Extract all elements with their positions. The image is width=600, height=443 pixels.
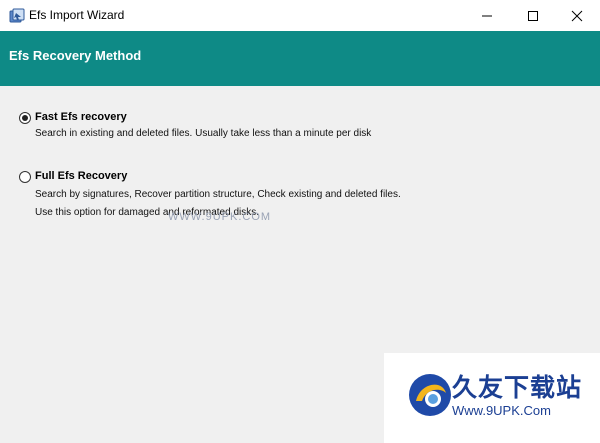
radio-selected-dot	[22, 115, 28, 121]
logo-swirl-icon	[409, 374, 451, 416]
option-label[interactable]: Full Efs Recovery	[35, 170, 127, 182]
close-icon	[571, 10, 583, 22]
logo-url: Www.9UPK.Com	[452, 403, 551, 418]
window-title: Efs Import Wizard	[29, 8, 125, 22]
close-button[interactable]	[554, 0, 600, 31]
wizard-app-icon	[9, 8, 25, 23]
minimize-icon	[482, 15, 492, 17]
logo-name: 久友下载站	[452, 373, 583, 402]
watermark: WWW.9UPK.COM	[168, 211, 272, 223]
page-title: Efs Recovery Method	[9, 48, 142, 63]
radio-fast-recovery[interactable]	[19, 112, 31, 124]
maximize-icon	[528, 11, 538, 21]
minimize-button[interactable]	[464, 0, 510, 31]
title-bar[interactable]: Efs Import Wizard	[0, 0, 600, 32]
maximize-button[interactable]	[510, 0, 556, 31]
option-description: Search by signatures, Recover partition …	[35, 189, 401, 200]
radio-full-recovery[interactable]	[19, 171, 31, 183]
wizard-header: Efs Recovery Method	[0, 31, 600, 86]
option-description: Search in existing and deleted files. Us…	[35, 128, 372, 139]
site-logo: 久友下载站 Www.9UPK.Com	[384, 353, 600, 443]
option-label[interactable]: Fast Efs recovery	[35, 111, 127, 123]
